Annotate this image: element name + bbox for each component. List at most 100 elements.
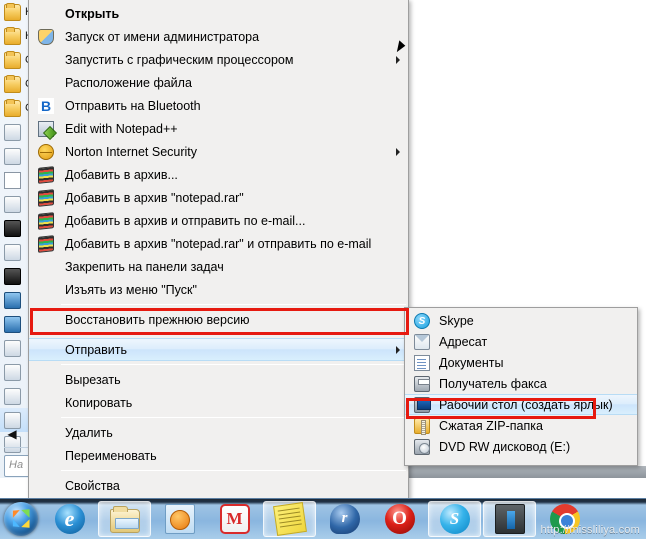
menu-item-label: Сжатая ZIP-папка [439,418,543,433]
notepad-icon [4,171,21,189]
dvd-drive-icon [414,438,430,455]
menu-item-label: Получатель факса [439,376,547,391]
menu-item[interactable]: Norton Internet Security [29,140,408,163]
taskbar-button-blue-app[interactable] [483,501,536,537]
menu-item[interactable]: Переименовать [29,444,408,467]
paint-icon [4,123,21,141]
menu-item[interactable]: Документы [405,352,637,373]
skype-icon: S [439,504,470,534]
menu-item[interactable]: Получатель факса [405,373,637,394]
mail-recipient-icon [414,333,430,350]
menu-item-label: Адресат [439,334,488,349]
menu-item[interactable]: Удалить [29,421,408,444]
menu-item-label: Изъять из меню "Пуск" [65,282,197,297]
notepadpp-icon [38,120,54,137]
skype-icon: S [414,312,430,329]
menu-item[interactable]: Закрепить на панели задач [29,255,408,278]
dvd-drive-icon [414,438,430,455]
realplayer-icon: r [329,504,360,534]
menu-item[interactable]: S Skype [405,310,637,331]
menu-item-label: Копировать [65,395,133,410]
send-to-submenu[interactable]: S Skype Адресат Документы Получатель факса Ра… [404,307,638,466]
menu-item-label: Открыть [65,6,120,21]
chevron-right-icon [396,147,400,156]
menu-item[interactable]: Вырезать [29,368,408,391]
documents-icon [414,354,430,371]
menu-item[interactable]: Изъять из меню "Пуск" [29,278,408,301]
taskbar-button-windows-explorer[interactable] [98,501,151,537]
taskbar-button-internet-explorer[interactable]: e [43,501,96,537]
background-window-statusbar [408,466,646,478]
menu-separator [61,470,406,471]
winrar-icon [38,188,54,207]
winrar-icon [38,165,54,184]
desktop-icon [414,396,431,413]
menu-item[interactable]: DVD RW дисковод (E:) [405,436,637,457]
norton-icon [38,143,54,160]
folder-icon [4,50,21,69]
sticky-notes-icon [272,502,307,536]
menu-item[interactable]: Свойства [29,474,408,497]
menu-separator [61,304,406,305]
opera-icon: O [384,504,415,534]
start-button[interactable] [0,500,42,539]
menu-item[interactable]: Запустить с графическим процессором [29,48,408,71]
menu-item-label: Добавить в архив... [65,167,178,182]
bluetooth-icon [4,291,21,309]
calculator-icon [4,243,21,261]
menu-separator [61,334,406,335]
menu-item[interactable]: Добавить в архив... [29,163,408,186]
norton-icon [38,143,54,160]
wordpad-icon [4,147,21,165]
menu-item[interactable]: Расположение файла [29,71,408,94]
menu-item[interactable]: Сжатая ZIP-папка [405,415,637,436]
remote-desktop-icon [4,315,21,333]
taskbar-button-opera[interactable]: O [373,501,426,537]
sticky-notes-icon [4,387,21,405]
taskbar-button-sticky-notes[interactable] [263,501,316,537]
sync-center-icon [4,339,21,357]
start-menu-back-button[interactable]: ◀ [4,426,20,442]
menu-item-label: DVD RW дисковод (E:) [439,439,571,454]
taskbar[interactable]: e MrOS http://missliliya.com [0,498,646,539]
menu-item[interactable]: Добавить в архив "notepad.rar" [29,186,408,209]
zip-folder-icon [414,417,430,435]
menu-item-label: Запустить с графическим процессором [65,52,294,67]
screen: KHOCC ◀ На ОткрытьЗапуск от имени админи… [0,0,646,539]
taskbar-button-skype[interactable]: S [428,501,481,537]
menu-item[interactable]: B Отправить на Bluetooth [29,94,408,117]
menu-item[interactable]: Восстановить прежнюю версию [29,308,408,331]
menu-item[interactable]: Отправить [29,338,408,361]
sound-recorder-icon [4,219,21,237]
menu-item[interactable]: Адресат [405,331,637,352]
skype-icon: S [414,312,430,329]
menu-item-label: Edit with Notepad++ [65,121,178,136]
context-menu[interactable]: Открыть Запуск от имени администратора Зап… [28,0,409,523]
menu-item[interactable]: Edit with Notepad++ [29,117,408,140]
menu-item[interactable]: Запуск от имени администратора [29,25,408,48]
m-app-icon: M [219,504,250,534]
menu-item-label: Восстановить прежнюю версию [65,312,250,327]
menu-item-label: Norton Internet Security [65,144,198,159]
menu-item-label: Skype [439,313,474,328]
menu-item-label: Закрепить на панели задач [65,259,224,274]
windows-orb-icon [4,502,38,536]
menu-item-label: Добавить в архив "notepad.rar" [65,190,244,205]
menu-item-label: Документы [439,355,504,370]
notepadpp-icon [38,120,54,137]
taskbar-button-realplayer[interactable]: r [318,501,371,537]
winrar-icon [38,234,54,253]
menu-item[interactable]: Рабочий стол (создать ярлык) [405,394,637,415]
menu-item[interactable]: Добавить в архив "notepad.rar" и отправи… [29,232,408,255]
menu-item[interactable]: Добавить в архив и отправить по e-mail..… [29,209,408,232]
taskbar-buttons: e MrOS [42,501,592,537]
winrar-icon [38,234,54,253]
xps-viewer-icon [4,195,21,213]
taskbar-button-windows-media-player[interactable] [153,501,206,537]
bluetooth-icon: B [38,97,54,114]
menu-item[interactable]: Копировать [29,391,408,414]
winrar-icon [38,211,54,230]
taskbar-button-mediaget[interactable]: M [208,501,261,537]
menu-item-label: Свойства [65,478,120,493]
menu-item[interactable]: Открыть [29,2,408,25]
